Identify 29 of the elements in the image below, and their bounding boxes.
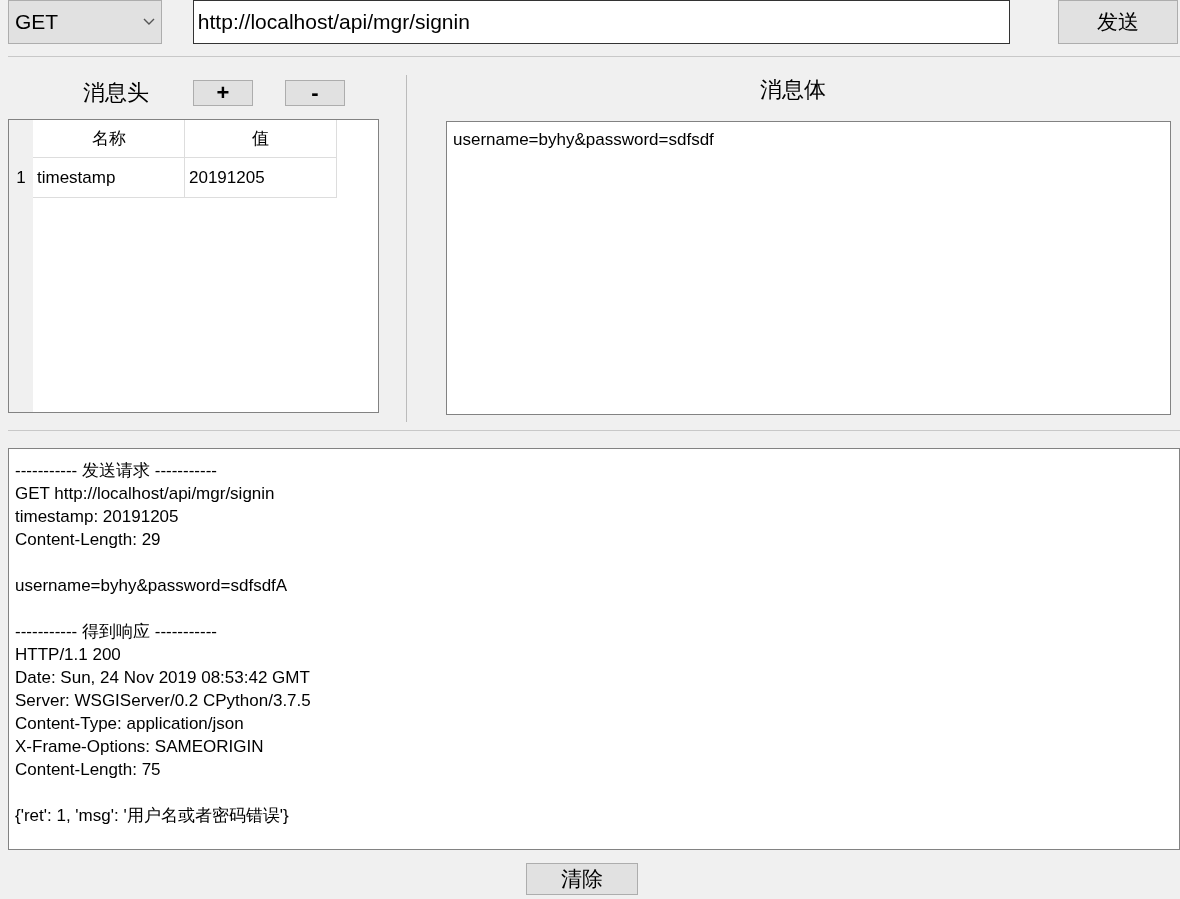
body-field[interactable]: username=byhy&password=sdfsdf [446, 121, 1171, 415]
add-button[interactable]: + [193, 80, 253, 106]
log-line: timestamp: 20191205 [15, 506, 180, 528]
log-line: {'ret': 1, 'msg': '用户名或者密码错误'} [15, 805, 290, 827]
clear-button[interactable]: 清除 [526, 863, 638, 895]
log-line: Content-Length: 75 [15, 759, 162, 781]
corner-header [9, 120, 33, 158]
remove-button[interactable]: - [285, 80, 345, 106]
column-header: 名称 [33, 120, 185, 158]
log-line: ----------- 发送请求 ----------- [15, 460, 218, 482]
log-line: Content-Type: application/json [15, 713, 245, 735]
log-line: Content-Length: 29 [15, 529, 162, 551]
send-button[interactable]: 发送 [1058, 0, 1178, 44]
headers-title: 消息头 [83, 79, 150, 107]
chevron-icon [142, 18, 155, 26]
log-line: X-Frame-Options: SAMEORIGIN [15, 736, 265, 758]
table-cell[interactable]: timestamp [33, 158, 185, 198]
log-line: username=byhy&password=sdfsdfA [15, 575, 289, 597]
row-number: 1 [9, 158, 33, 198]
column-header: 值 [185, 120, 337, 158]
log-line: Server: WSGIServer/0.2 CPython/3.7.5 [15, 690, 312, 712]
log-line: ----------- 得到响应 ----------- [15, 621, 218, 643]
log-line: GET http://localhost/api/mgr/signin [15, 483, 276, 505]
table-cell[interactable]: 20191205 [185, 158, 337, 198]
url-field[interactable]: http://localhost/api/mgr/signin [192, 0, 1011, 44]
log-line: Date: Sun, 24 Nov 2019 08:53:42 GMT [15, 667, 311, 689]
body-title: 消息体 [760, 77, 826, 102]
method-dropdown[interactable]: GET [8, 0, 162, 44]
log-line: HTTP/1.1 200 [15, 644, 122, 666]
